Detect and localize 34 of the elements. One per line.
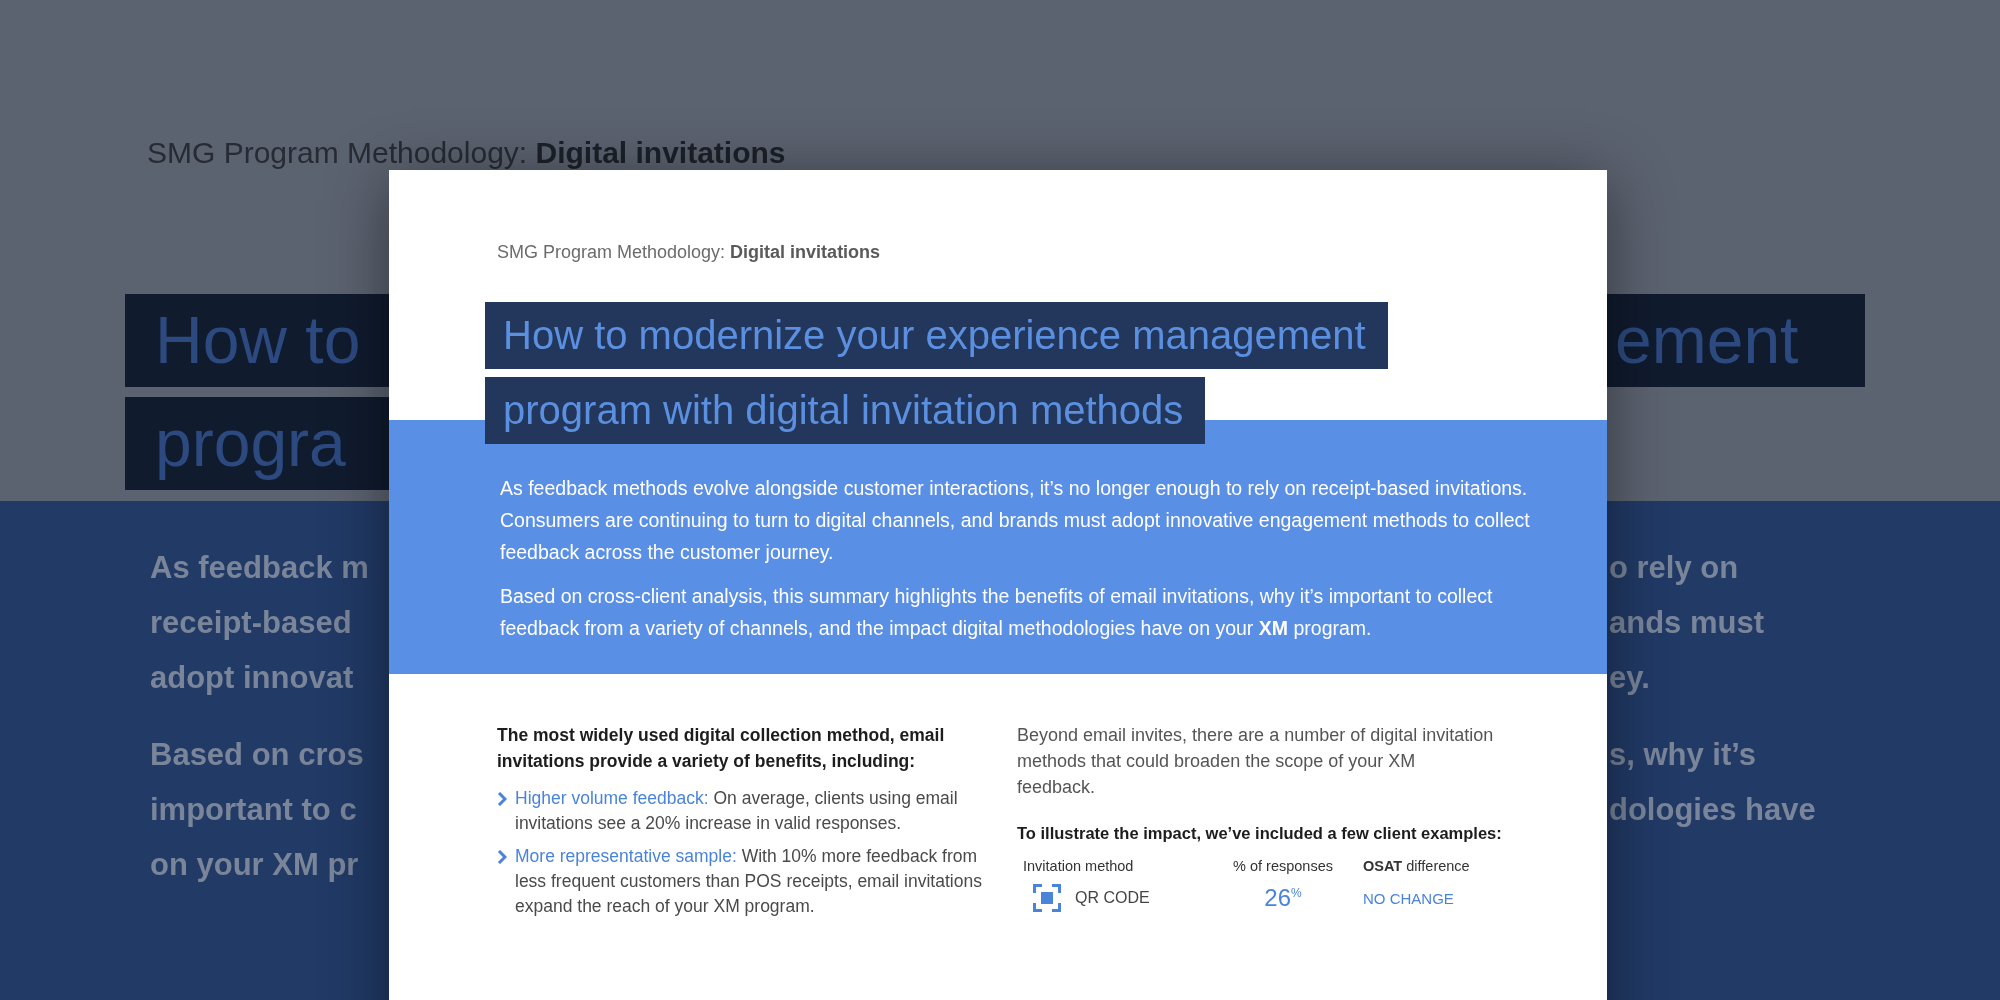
chevron-icon xyxy=(497,850,507,864)
backdrop-text: on your XM pr xyxy=(150,847,359,882)
intro-paragraph: Based on cross-client analysis, this summary highlights the benefits of email invitations, why it’s important to collect feedback from a variety of channels, and the impact digital methodologies have on your XM program. xyxy=(500,584,1494,641)
backdrop-text: ands must xyxy=(1609,605,1765,640)
backdrop-text: Based on cros xyxy=(150,737,364,772)
backdrop-text: dologies have xyxy=(1609,792,1816,827)
backdrop-text: important to c xyxy=(150,792,357,827)
document-title: How to modernize your experience management xyxy=(485,302,1388,369)
backdrop-title-block: How to xyxy=(125,294,389,387)
document-title: program with digital invitation methods xyxy=(485,377,1206,444)
osat-difference: NO CHANGE xyxy=(1363,889,1455,907)
column-header: % of responses xyxy=(1232,858,1334,874)
body-paragraph: Beyond email invites, there are a number of digital invitation methods that could broaden the scope of your XM feedback. xyxy=(1017,724,1495,799)
document-header: SMG Program Methodology: Digital invitations xyxy=(496,241,882,264)
backdrop-text: adopt innovat xyxy=(150,660,354,695)
qr-code-icon xyxy=(1033,884,1061,912)
method-name: QR CODE xyxy=(1075,889,1150,907)
chevron-icon xyxy=(497,792,507,806)
backdrop-title-block: progra xyxy=(125,397,389,490)
section-heading: The most widely used digital collection method, email invitations provide a variety of benefits, including: xyxy=(497,724,946,773)
backdrop-text: o rely on xyxy=(1609,550,1739,585)
backdrop-title-block: ement xyxy=(1607,294,1865,387)
backdrop-text: receipt-based xyxy=(150,605,352,640)
backdrop-text: s, why it’s xyxy=(1609,737,1756,772)
backdrop-text: ey. xyxy=(1609,660,1650,695)
backdrop-header: SMG Program Methodology: Digital invitations xyxy=(146,135,787,170)
bullet-text: More representative sample: With 10% more feedback from less frequent customers than POS receipts, email invitations expand the reach of your XM program. xyxy=(515,845,983,918)
response-share: 26$^{%}$ xyxy=(1263,884,1303,912)
table-intro: To illustrate the impact, we’ve included a few client examples: xyxy=(1017,823,1503,844)
column-header: Invitation method xyxy=(1023,858,1135,874)
intro-paragraph: As feedback methods evolve alongside customer interactions, it’s no longer enough to rely on receipt-based invitations. Consumers are continuing to turn to digital channels, and brands must adopt innovative engagement methods to collect feedback across the customer journey. xyxy=(500,476,1531,565)
column-header: OSAT difference xyxy=(1363,858,1471,874)
backdrop-text: As feedback m xyxy=(150,550,369,585)
bullet-text: Higher volume feedback: On average, clients using email invitations see a 20% increase in valid responses. xyxy=(515,787,959,835)
